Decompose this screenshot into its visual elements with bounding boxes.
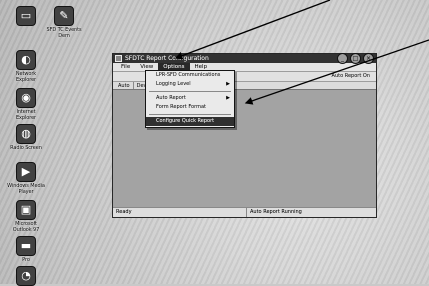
menu-file[interactable]: File xyxy=(116,63,135,71)
submenu-arrow-icon: ▶ xyxy=(226,95,230,101)
documents-glyph-icon: ▭ xyxy=(16,6,36,26)
menu-item-logging-level[interactable]: Logging Level ▶ xyxy=(146,80,234,89)
media-glyph-icon: ▶ xyxy=(16,162,36,182)
menu-item-communications[interactable]: LPR-SFD Communications xyxy=(146,71,234,80)
status-right: Auto Report Running xyxy=(250,209,302,215)
maximize-button[interactable]: □ xyxy=(350,53,361,64)
window-title: SFDTC Report Configuration xyxy=(125,55,209,62)
menu-separator xyxy=(149,91,231,92)
options-dropdown: LPR-SFD Communications Logging Level ▶ A… xyxy=(145,70,235,128)
internet-glyph-icon: ◉ xyxy=(16,88,36,108)
bottom-glyph-icon: ◔ xyxy=(16,266,36,286)
menu-item-report-format[interactable]: Form Report Format xyxy=(146,103,234,112)
my-documents-icon[interactable]: ▭ xyxy=(6,6,46,27)
title-bar[interactable]: SFDTC Report Configuration _ □ × xyxy=(113,53,376,64)
minimize-button[interactable]: _ xyxy=(337,53,348,64)
folder-icon[interactable]: ▬ Pro xyxy=(6,236,46,263)
menu-item-configure-quick-report[interactable]: Configure Quick Report xyxy=(146,117,234,126)
folder-glyph-icon: ▬ xyxy=(16,236,36,256)
windows-media-icon[interactable]: ▶ Windows Media Player xyxy=(6,162,46,195)
network-icon[interactable]: ◐ Network Explorer xyxy=(6,50,46,83)
radio-icon[interactable]: ◍ Radio Screen xyxy=(6,124,46,151)
outlook-glyph-icon: ▣ xyxy=(16,200,36,220)
outlook-icon[interactable]: ▣ Microsoft Outlook 97 xyxy=(6,200,46,233)
internet-icon[interactable]: ◉ Internet Explorer xyxy=(6,88,46,121)
app-icon xyxy=(115,55,122,62)
network-glyph-icon: ◐ xyxy=(16,50,36,70)
status-bar: Ready Auto Report Running xyxy=(113,207,376,217)
close-button[interactable]: × xyxy=(363,53,374,64)
auto-report-indicator: Auto Report On xyxy=(331,73,370,79)
menu-separator xyxy=(149,114,231,115)
sfdtc-glyph-icon: ✎ xyxy=(54,6,74,26)
radio-glyph-icon: ◍ xyxy=(16,124,36,144)
menu-item-auto-report[interactable]: Auto Report ▶ xyxy=(146,94,234,103)
submenu-arrow-icon: ▶ xyxy=(226,81,230,87)
status-left: Ready xyxy=(113,208,247,217)
bottom-icon[interactable]: ◔ xyxy=(6,266,46,286)
sfdtc-icon[interactable]: ✎ SFD TC Events Dem xyxy=(44,6,84,39)
